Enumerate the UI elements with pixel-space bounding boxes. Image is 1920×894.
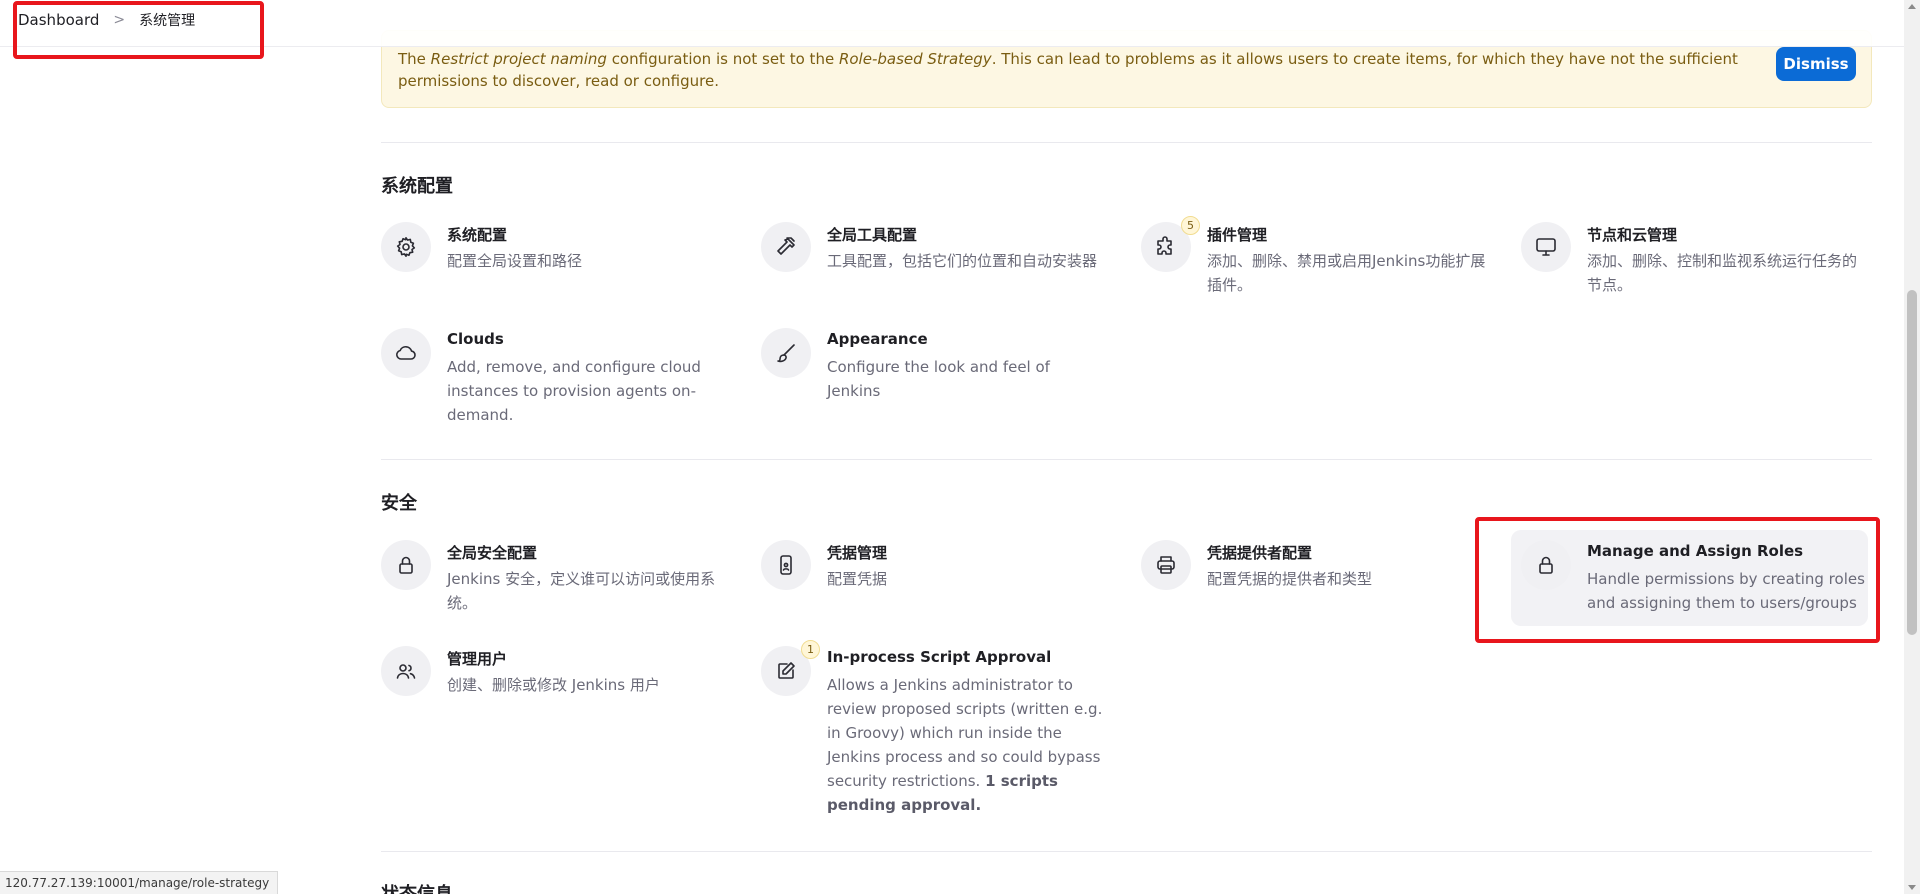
item-title: In-process Script Approval xyxy=(827,648,1052,666)
hammer-icon xyxy=(761,222,811,272)
item-title: 凭据管理 xyxy=(827,544,888,562)
item-desc: Configure the look and feel of Jenkins xyxy=(827,358,1050,400)
scroll-down-icon[interactable] xyxy=(1908,885,1916,890)
section-title-security: 安全 xyxy=(381,493,417,514)
item-desc: 添加、删除、禁用或启用Jenkins功能扩展插件。 xyxy=(1207,252,1486,294)
item-desc: Add, remove, and configure cloud instanc… xyxy=(447,358,701,424)
item-title: 凭据提供者配置 xyxy=(1207,544,1313,562)
pending-scripts-badge: 1 xyxy=(801,640,820,659)
chevron-right-icon: > xyxy=(113,12,126,28)
item-desc: 配置凭据 xyxy=(827,570,888,588)
item-desc: 配置凭据的提供者和类型 xyxy=(1207,570,1373,588)
item-title: 插件管理 xyxy=(1207,226,1268,244)
divider xyxy=(381,459,1872,460)
monitor-icon xyxy=(1521,222,1571,272)
item-desc: Jenkins 安全，定义谁可以访问或使用系统。 xyxy=(447,570,716,612)
item-title: 节点和云管理 xyxy=(1587,226,1678,244)
breadcrumb: Dashboard > 系统管理 xyxy=(18,10,195,30)
brush-icon xyxy=(761,328,811,378)
users-icon xyxy=(381,646,431,696)
section-title-status: 状态信息 xyxy=(381,880,453,894)
item-desc: Handle permissions by creating roles and… xyxy=(1587,570,1865,612)
gear-icon xyxy=(381,222,431,272)
top-bar: Dashboard > 系统管理 xyxy=(0,0,1904,47)
lock-icon xyxy=(1521,540,1571,590)
printer-icon xyxy=(1141,540,1191,590)
page-scrollbar[interactable] xyxy=(1904,0,1920,894)
item-title: Manage and Assign Roles xyxy=(1587,542,1804,560)
breadcrumb-current[interactable]: 系统管理 xyxy=(139,10,195,30)
item-desc: 配置全局设置和路径 xyxy=(447,252,583,270)
item-desc: 添加、删除、控制和监视系统运行任务的节点。 xyxy=(1587,252,1858,294)
item-title: 全局工具配置 xyxy=(827,226,918,244)
item-title: Appearance xyxy=(827,330,928,348)
section-title-system-config: 系统配置 xyxy=(381,176,453,197)
plugin-updates-badge: 5 xyxy=(1181,216,1200,235)
item-title: Clouds xyxy=(447,330,504,348)
lock-icon xyxy=(381,540,431,590)
breadcrumb-dashboard-link[interactable]: Dashboard xyxy=(18,11,99,29)
scroll-up-icon[interactable] xyxy=(1908,4,1916,9)
scrollbar-thumb[interactable] xyxy=(1907,290,1917,635)
item-desc: Allows a Jenkins administrator to review… xyxy=(827,676,1103,814)
item-title: 全局安全配置 xyxy=(447,544,538,562)
item-title: 系统配置 xyxy=(447,226,508,244)
item-desc: 创建、删除或修改 Jenkins 用户 xyxy=(447,676,660,694)
notice-text: The Restrict project naming configuratio… xyxy=(398,50,1738,90)
dismiss-button[interactable]: Dismiss xyxy=(1776,47,1856,81)
cloud-icon xyxy=(381,328,431,378)
item-desc: 工具配置，包括它们的位置和自动安装器 xyxy=(827,252,1098,270)
phone-id-icon xyxy=(761,540,811,590)
item-title: 管理用户 xyxy=(447,650,508,668)
divider xyxy=(381,851,1872,852)
divider xyxy=(381,142,1872,143)
link-preview-statusbar: 120.77.27.139:10001/manage/role-strategy xyxy=(0,871,279,894)
